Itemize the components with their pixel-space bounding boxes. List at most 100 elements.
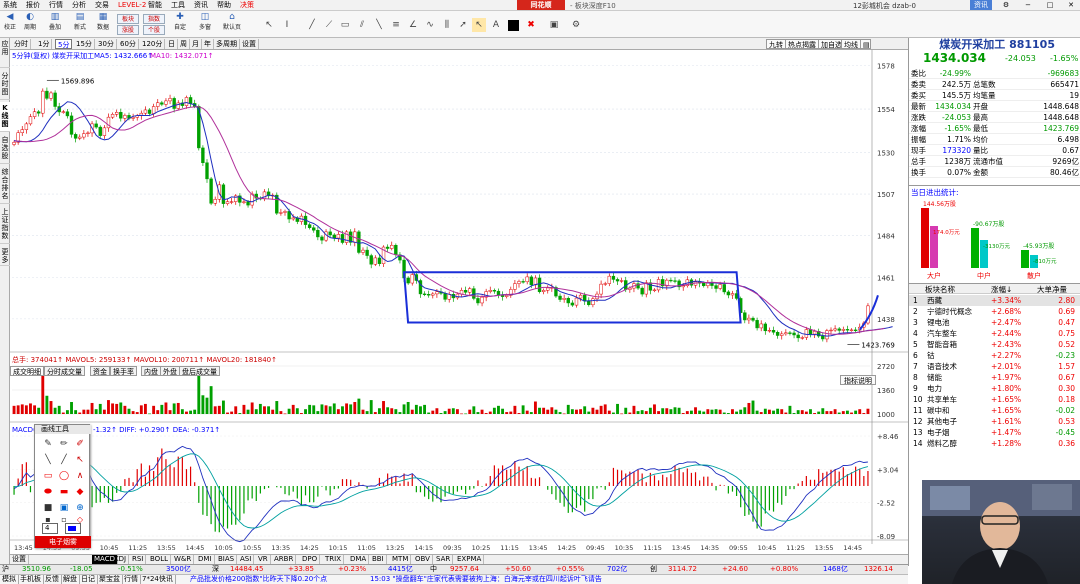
news-bar-button[interactable]: 日记: [81, 575, 98, 584]
ind-tab-boll[interactable]: BOLL: [148, 555, 171, 564]
side-tab-more[interactable]: 更多: [0, 246, 10, 266]
news-bar-button[interactable]: 反馈: [45, 575, 62, 584]
sector-row[interactable]: 7 语音技术 +2.01% 1.57: [909, 361, 1080, 372]
multiwindow-button[interactable]: ◫ 多窗: [195, 12, 215, 32]
options-icon[interactable]: ⚙: [569, 18, 583, 32]
ind-tab-kdj[interactable]: KDJ: [112, 555, 130, 564]
lower-tab-outer[interactable]: 外盘: [160, 366, 180, 376]
ind-tab-dmi[interactable]: DMI: [196, 555, 215, 564]
data-button[interactable]: ▦ 数据: [93, 12, 113, 32]
layout-icon[interactable]: ▤: [860, 39, 871, 49]
side-tab-watchlist[interactable]: 自选股: [0, 134, 10, 164]
period-tab-15min[interactable]: 15分: [74, 39, 95, 49]
period-tab-multi[interactable]: 多周期: [214, 39, 240, 49]
ind-tab-expma[interactable]: EXPMA: [455, 555, 485, 564]
fill-shape-icon[interactable]: ◆: [73, 485, 87, 499]
new-style-button[interactable]: ▤ 新式: [70, 12, 90, 32]
period-tab-day[interactable]: 日: [166, 39, 178, 49]
news-bar-button[interactable]: 模拟: [2, 575, 19, 584]
menu-item-trade[interactable]: 交易: [95, 1, 109, 10]
menu-item-system[interactable]: 系统: [3, 1, 17, 10]
tag-sector[interactable]: 板块: [117, 14, 139, 24]
sector-row[interactable]: 10 共享单车 +1.65% 0.18: [909, 394, 1080, 405]
text-icon[interactable]: I: [280, 18, 294, 32]
news-ticker[interactable]: 15:03 "操盘翻车"庄家代表需要被拘上海：白海元宰或在四川起诉叶飞请告: [370, 575, 602, 584]
side-tab-kline[interactable]: K线图: [0, 102, 10, 132]
side-tab-shanghai-index[interactable]: 上证指数: [0, 206, 10, 244]
line-width-select[interactable]: 4: [42, 523, 58, 534]
ma-button[interactable]: 均线: [841, 39, 861, 49]
maximize-icon[interactable]: □: [1039, 0, 1061, 10]
sector-row[interactable]: 11 碳中和 +1.65% -0.02: [909, 405, 1080, 416]
col-change[interactable]: 涨幅↓: [991, 284, 1012, 295]
period-tab-120min[interactable]: 120分: [140, 39, 166, 49]
ind-tab-bbi[interactable]: BBI: [370, 555, 387, 564]
brush-icon[interactable]: ✐: [73, 437, 87, 451]
side-tab-timeshare[interactable]: 分时图: [0, 70, 10, 100]
fill-ellipse-icon[interactable]: ⬬: [41, 485, 55, 499]
rect-draw-icon[interactable]: ▭: [338, 18, 352, 32]
ind-tab-rsi[interactable]: RSI: [130, 555, 147, 564]
font-icon[interactable]: A: [489, 18, 503, 32]
ind-tab-sar[interactable]: SAR: [434, 555, 454, 564]
pen-icon[interactable]: ✏: [57, 437, 71, 451]
sector-row[interactable]: 9 电力 +1.80% 0.30: [909, 383, 1080, 394]
draw-arrow-icon[interactable]: ↖: [73, 453, 87, 467]
ind-tab-mtm[interactable]: MTM: [390, 555, 412, 564]
select-tool-icon[interactable]: ↖: [472, 18, 486, 32]
sector-row[interactable]: 2 宁德时代概念 +2.68% 0.69: [909, 306, 1080, 317]
ind-tab-dpo[interactable]: DPO: [300, 555, 321, 564]
video-overlay[interactable]: [922, 480, 1080, 584]
home-button[interactable]: ⌂ 默认页: [220, 12, 244, 32]
period-tab-60min[interactable]: 60分: [118, 39, 139, 49]
lower-tab-after-hours[interactable]: 盘后成交量: [179, 366, 220, 376]
custom-button[interactable]: ✚ 自定: [170, 12, 190, 32]
sector-row[interactable]: 5 智能音箱 +2.43% 0.52: [909, 339, 1080, 350]
fibonacci-icon[interactable]: ≡: [389, 18, 403, 32]
lower-tab-funds[interactable]: 资金: [90, 366, 110, 376]
screen-icon[interactable]: ▣: [547, 18, 561, 32]
menu-item-smart[interactable]: 智能: [148, 1, 162, 10]
tag-stock[interactable]: 个股: [143, 25, 165, 35]
color-picker[interactable]: [508, 20, 519, 31]
sector-row[interactable]: 4 汽车整车 +2.44% 0.75: [909, 328, 1080, 339]
draw-color-select[interactable]: [65, 523, 81, 534]
eraser-icon[interactable]: ✎: [41, 437, 55, 451]
period-tab-30min[interactable]: 30分: [96, 39, 117, 49]
ind-tab-trix[interactable]: TRIX: [323, 555, 344, 564]
news-bar-button[interactable]: 解盘: [63, 575, 80, 584]
angle-icon[interactable]: ∠: [406, 18, 420, 32]
ind-tab-vr[interactable]: VR: [256, 555, 271, 564]
menu-item-level2[interactable]: LEVEL-2: [118, 1, 146, 10]
tag-rising[interactable]: 涨股: [117, 25, 139, 35]
sector-row[interactable]: 8 储能 +1.97% 0.67: [909, 372, 1080, 383]
ind-tab-bias[interactable]: BIAS: [216, 555, 238, 564]
calibrate-button[interactable]: ◀ 校正: [0, 12, 20, 32]
lower-tab-time-volume[interactable]: 分时成交量: [44, 366, 85, 376]
minimize-icon[interactable]: −: [1017, 0, 1039, 10]
menu-item-tools[interactable]: 工具: [171, 1, 185, 10]
draw-polyline-icon[interactable]: ∧: [73, 469, 87, 483]
draw-ellipse-icon[interactable]: ◯: [57, 469, 71, 483]
draw-rect-icon[interactable]: ▭: [41, 469, 55, 483]
news-bar-button[interactable]: 7*24快讯: [142, 575, 176, 584]
news-bar-button[interactable]: 手机板: [20, 575, 44, 584]
draw-line-icon[interactable]: ╲: [41, 453, 55, 467]
ind-tab-arbr[interactable]: ARBR: [272, 555, 297, 564]
sector-row[interactable]: 3 锂电池 +2.47% 0.47: [909, 317, 1080, 328]
lower-tab-turnover[interactable]: 换手率: [110, 366, 137, 376]
ind-tab-obv[interactable]: OBV: [413, 555, 433, 564]
nine-turn-button[interactable]: 九转: [766, 39, 786, 49]
lower-tab-trade-detail[interactable]: 成交明细: [10, 366, 44, 376]
user-info[interactable]: 12彭城机会 dzab-0: [853, 1, 916, 11]
tag-index[interactable]: 指数: [143, 14, 165, 24]
menu-item-help[interactable]: 帮助: [217, 1, 231, 10]
side-tab-apps[interactable]: 应用: [0, 38, 10, 68]
col-big-order[interactable]: 大单净量: [1037, 284, 1067, 295]
menu-item-market[interactable]: 行情: [49, 1, 63, 10]
sector-row[interactable]: 12 其他电子 +1.61% 0.53: [909, 416, 1080, 427]
close-icon[interactable]: ✕: [1060, 0, 1080, 10]
news-headline[interactable]: 产品批发价格200指数"比昨天下降0.20个点: [190, 575, 327, 584]
side-tab-ranking[interactable]: 综合排名: [0, 166, 10, 204]
news-bar-button[interactable]: 聚宝盆: [99, 575, 123, 584]
